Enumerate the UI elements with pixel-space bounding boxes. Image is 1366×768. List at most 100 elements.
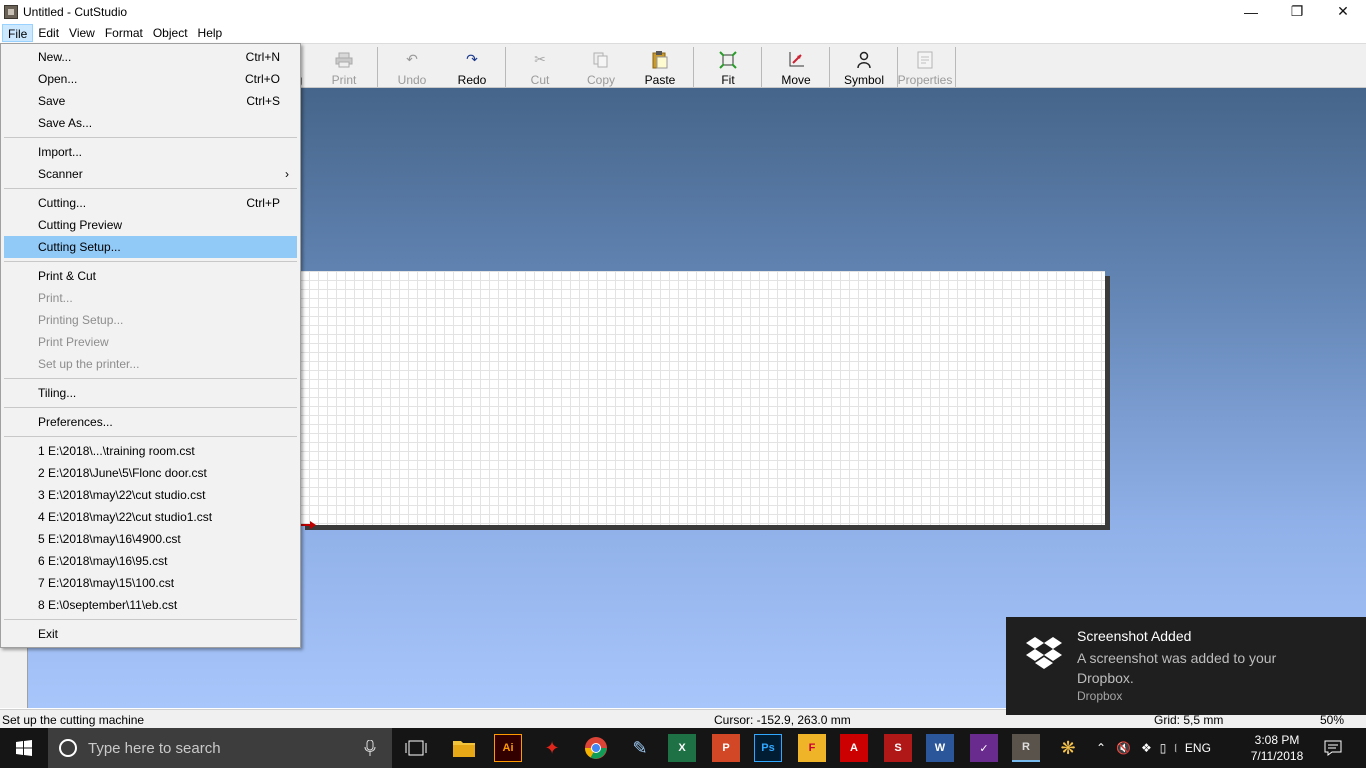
undo-button[interactable]: ↶ Undo xyxy=(390,47,434,87)
file-menu-item[interactable]: Cutting Preview xyxy=(4,214,297,236)
file-menu-item[interactable]: Save As... xyxy=(4,112,297,134)
menu-item-label: Import... xyxy=(38,145,83,159)
origin-arrow-icon xyxy=(300,521,316,529)
move-button[interactable]: Move xyxy=(774,47,818,87)
red-app-icon[interactable]: ✦ xyxy=(538,734,566,762)
photoshop-icon[interactable]: Ps xyxy=(754,734,782,762)
menu-item-label: Save xyxy=(38,94,66,108)
action-center-icon[interactable] xyxy=(1324,728,1342,768)
file-menu-item[interactable]: Open... Ctrl+O xyxy=(4,68,297,90)
menu-item-shortcut: Ctrl+S xyxy=(246,94,280,108)
restore-button[interactable]: ❐ xyxy=(1274,0,1320,23)
dropbox-notification[interactable]: Screenshot Added A screenshot was added … xyxy=(1006,617,1366,715)
cut-button[interactable]: ✂ Cut xyxy=(518,47,562,87)
excel-icon[interactable]: X xyxy=(668,734,696,762)
power-icon[interactable]: ▯ xyxy=(1160,741,1167,755)
file-menu-item[interactable]: Cutting... Ctrl+P xyxy=(4,192,297,214)
sketchup-icon[interactable]: S xyxy=(884,734,912,762)
media-sheet[interactable] xyxy=(300,271,1105,525)
toolbar-separator xyxy=(955,47,956,87)
copy-button[interactable]: Copy xyxy=(578,47,624,87)
paste-button[interactable]: Paste xyxy=(638,47,682,87)
toolbar-separator xyxy=(505,47,506,87)
redo-button[interactable]: ↷ Redo xyxy=(450,47,494,87)
file-menu-item[interactable]: New... Ctrl+N xyxy=(4,46,297,68)
file-menu-item[interactable]: Set up the printer... xyxy=(4,353,297,375)
redo-label: Redo xyxy=(457,73,487,87)
file-menu-item[interactable]: Save Ctrl+S xyxy=(4,90,297,112)
window-controls: — ❐ ✕ xyxy=(1228,0,1366,23)
taskbar-search[interactable]: Type here to search xyxy=(48,728,392,768)
file-menu-item[interactable]: Scanner › xyxy=(4,163,297,185)
f-app-icon[interactable]: F xyxy=(798,734,826,762)
menu-separator xyxy=(4,619,297,620)
menu-object[interactable]: Object xyxy=(148,24,193,42)
menu-item-label: Exit xyxy=(38,627,59,641)
window-title: Untitled - CutStudio xyxy=(23,4,128,19)
paint-app-icon[interactable]: ✎ xyxy=(626,734,654,762)
file-menu-item[interactable]: Preferences... xyxy=(4,411,297,433)
file-menu-item[interactable]: 3 E:\2018\may\22\cut studio.cst xyxy=(4,484,297,506)
onenote-icon[interactable]: ✓ xyxy=(970,734,998,762)
file-menu-item[interactable]: Import... xyxy=(4,141,297,163)
wifi-icon[interactable]: ⧙ xyxy=(1174,741,1177,756)
print-button[interactable]: Print xyxy=(322,47,366,87)
chrome-icon[interactable] xyxy=(582,734,610,762)
minimize-button[interactable]: — xyxy=(1228,0,1274,23)
dropbox-tray-icon[interactable]: ❖ xyxy=(1141,741,1152,755)
cutstudio-taskbar-icon[interactable]: R xyxy=(1012,734,1040,762)
scissors-icon: ✂ xyxy=(534,51,546,67)
file-menu-item[interactable]: Exit xyxy=(4,623,297,645)
paint-palette-icon[interactable]: ❋ xyxy=(1054,734,1082,762)
menu-help[interactable]: Help xyxy=(193,24,228,42)
file-menu-item[interactable]: Printing Setup... xyxy=(4,309,297,331)
fit-button[interactable]: Fit xyxy=(706,47,750,87)
menu-item-shortcut: Ctrl+N xyxy=(245,50,280,64)
menu-edit[interactable]: Edit xyxy=(33,24,64,42)
menu-bar: File Edit View Format Object Help xyxy=(0,23,1366,43)
file-menu-item[interactable]: 1 E:\2018\...\training room.cst xyxy=(4,440,297,462)
show-hidden-icons-icon[interactable]: ⌃ xyxy=(1096,741,1106,755)
file-explorer-icon[interactable] xyxy=(450,734,478,762)
menu-view[interactable]: View xyxy=(64,24,100,42)
file-menu-item[interactable]: Tiling... xyxy=(4,382,297,404)
task-view-icon[interactable] xyxy=(402,734,430,762)
menu-file[interactable]: File xyxy=(2,24,34,42)
properties-button[interactable]: Properties xyxy=(897,47,953,87)
menu-item-label: Scanner xyxy=(38,167,83,181)
file-menu-item[interactable]: 7 E:\2018\may\15\100.cst xyxy=(4,572,297,594)
menu-separator xyxy=(4,436,297,437)
clock[interactable]: 3:08 PM 7/11/2018 xyxy=(1245,732,1309,764)
menu-item-label: 5 E:\2018\may\16\4900.cst xyxy=(38,532,181,546)
undo-label: Undo xyxy=(397,73,427,87)
cutstudio-app-icon[interactable] xyxy=(4,4,18,19)
menu-separator xyxy=(4,137,297,138)
powerpoint-icon[interactable]: P xyxy=(712,734,740,762)
illustrator-icon[interactable]: Ai xyxy=(494,734,522,762)
windows-icon xyxy=(16,740,32,756)
file-menu-item[interactable]: 5 E:\2018\may\16\4900.cst xyxy=(4,528,297,550)
copy-icon xyxy=(591,50,611,69)
word-icon[interactable]: W xyxy=(926,734,954,762)
menu-item-label: Tiling... xyxy=(38,386,77,400)
close-button[interactable]: ✕ xyxy=(1320,0,1366,23)
file-menu-item[interactable]: Print... xyxy=(4,287,297,309)
symbol-button[interactable]: Symbol xyxy=(842,47,886,87)
menu-item-label: 3 E:\2018\may\22\cut studio.cst xyxy=(38,488,206,502)
language-indicator[interactable]: ENG xyxy=(1185,741,1211,755)
file-menu-item[interactable]: 8 E:\0september\11\eb.cst xyxy=(4,594,297,616)
file-menu-item[interactable]: 6 E:\2018\may\16\95.cst xyxy=(4,550,297,572)
file-menu-item[interactable]: 2 E:\2018\June\5\Flonc door.cst xyxy=(4,462,297,484)
menu-format[interactable]: Format xyxy=(100,24,148,42)
file-menu-item[interactable]: Print Preview xyxy=(4,331,297,353)
file-menu-item[interactable]: Print & Cut xyxy=(4,265,297,287)
acrobat-icon[interactable]: A xyxy=(840,734,868,762)
menu-item-label: 1 E:\2018\...\training room.cst xyxy=(38,444,195,458)
toast-title: Screenshot Added xyxy=(1077,628,1192,644)
file-menu-item[interactable]: 4 E:\2018\may\22\cut studio1.cst xyxy=(4,506,297,528)
microphone-icon[interactable] xyxy=(364,740,376,756)
volume-muted-icon[interactable]: 🔇 xyxy=(1116,741,1131,755)
taskbar: Type here to search Ai ✦ ✎ X P Ps F A S … xyxy=(0,728,1366,768)
start-button[interactable] xyxy=(0,728,48,768)
file-menu-item[interactable]: Cutting Setup... xyxy=(4,236,297,258)
